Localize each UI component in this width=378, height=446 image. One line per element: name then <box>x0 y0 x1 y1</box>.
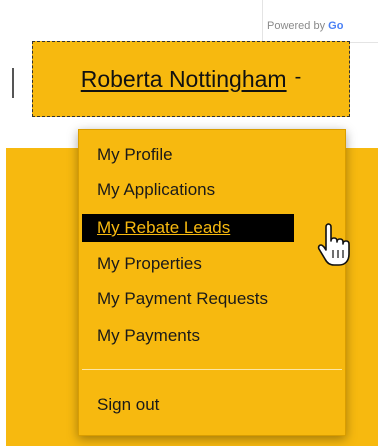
menu-item-my-rebate-leads[interactable]: My Rebate Leads <box>82 214 294 242</box>
hand-pointer-icon <box>317 223 350 266</box>
menu-item-my-properties[interactable]: My Properties <box>82 250 342 278</box>
powered-by-brand: Go <box>328 20 344 32</box>
menu-item-my-applications[interactable]: My Applications <box>82 176 342 204</box>
menu-item-my-profile[interactable]: My Profile <box>82 141 342 169</box>
nav-separator <box>12 68 14 98</box>
powered-by-prefix: Powered by <box>267 20 326 32</box>
user-menu-button[interactable]: Roberta Nottingham - <box>32 41 350 117</box>
menu-item-my-payment-requests[interactable]: My Payment Requests <box>82 285 342 313</box>
powered-by-text: Powered by Go <box>267 20 343 32</box>
dropdown-caret-icon: - <box>294 65 302 88</box>
user-dropdown-menu: My Profile My Applications My Rebate Lea… <box>78 129 346 436</box>
menu-item-my-payments[interactable]: My Payments <box>82 322 342 350</box>
powered-by-badge: Powered by Go <box>262 0 378 43</box>
user-name-label: Roberta Nottingham <box>80 65 287 92</box>
menu-item-sign-out[interactable]: Sign out <box>82 391 342 419</box>
menu-divider <box>82 369 342 370</box>
